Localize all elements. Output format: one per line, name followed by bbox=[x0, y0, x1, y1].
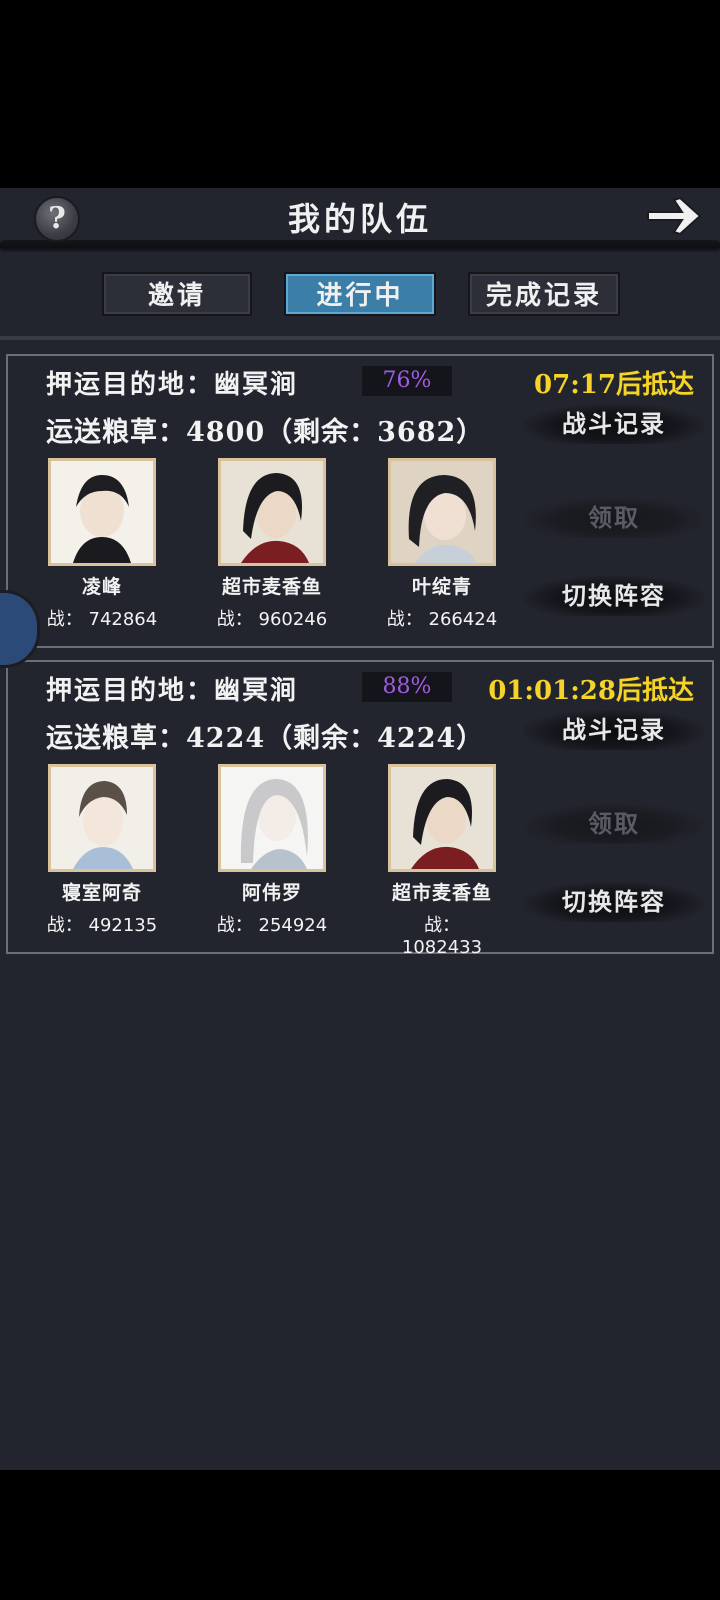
claim-button[interactable]: 领取 bbox=[524, 498, 704, 538]
escort-team-card: 押运目的地：幽冥涧 76% 07:17后抵达 运送粮草：4800（剩余：3682… bbox=[6, 354, 714, 648]
hero-power: 战： 1082433 bbox=[401, 915, 483, 958]
tab-invite[interactable]: 邀请 bbox=[102, 272, 252, 316]
battle-record-button[interactable]: 战斗记录 bbox=[524, 404, 704, 444]
hero-power: 战： 266424 bbox=[386, 609, 498, 630]
cargo-label: 运送粮草：4800（剩余：3682） bbox=[46, 417, 485, 448]
hero-portrait bbox=[218, 458, 326, 566]
arrival-countdown: 01:01:28后抵达 bbox=[488, 676, 694, 706]
hero-power: 战： 254924 bbox=[216, 915, 328, 936]
ink-brush-divider bbox=[0, 240, 720, 252]
hero-name: 阿伟罗 bbox=[241, 882, 302, 904]
tab-in-progress[interactable]: 进行中 bbox=[284, 272, 436, 316]
destination-label: 押运目的地：幽冥涧 bbox=[46, 370, 299, 400]
escort-team-card: 押运目的地：幽冥涧 88% 01:01:28后抵达 运送粮草：4224（剩余：4… bbox=[6, 660, 714, 958]
page-title: 我的队伍 bbox=[287, 200, 432, 238]
arrival-countdown: 07:17后抵达 bbox=[534, 370, 694, 400]
hero-power: 战： 492135 bbox=[46, 915, 158, 936]
section-divider bbox=[0, 336, 720, 340]
tab-bar: 邀请 进行中 完成记录 bbox=[0, 272, 720, 318]
hero-portrait bbox=[218, 764, 326, 872]
hero-power: 战： 960246 bbox=[216, 609, 328, 630]
hero-slot[interactable]: 凌峰 战： 742864 bbox=[42, 458, 162, 631]
hero-portrait bbox=[388, 458, 496, 566]
hero-name: 超市麦香鱼 bbox=[391, 882, 492, 904]
hero-power: 战： 742864 bbox=[46, 609, 158, 630]
hero-slot[interactable]: 叶绽青 战： 266424 bbox=[382, 458, 502, 631]
hero-portrait bbox=[388, 764, 496, 872]
hero-name: 叶绽青 bbox=[411, 576, 472, 598]
battle-record-button[interactable]: 战斗记录 bbox=[524, 710, 704, 750]
hero-name: 凌峰 bbox=[81, 576, 122, 598]
tab-completed-records[interactable]: 完成记录 bbox=[468, 272, 620, 316]
hero-name: 寝室阿奇 bbox=[61, 882, 142, 904]
switch-lineup-button[interactable]: 切换阵容 bbox=[524, 576, 704, 616]
hero-slot[interactable]: 超市麦香鱼 战： 960246 bbox=[212, 458, 332, 631]
hero-slot[interactable]: 阿伟罗 战： 254924 bbox=[212, 764, 332, 937]
title-bar: ? 我的队伍 bbox=[0, 188, 720, 258]
hero-portrait bbox=[48, 458, 156, 566]
cargo-label: 运送粮草：4224（剩余：4224） bbox=[46, 723, 485, 754]
progress-percent: 88% bbox=[362, 672, 452, 702]
hero-name: 超市麦香鱼 bbox=[221, 576, 322, 598]
switch-lineup-button[interactable]: 切换阵容 bbox=[524, 882, 704, 922]
claim-button[interactable]: 领取 bbox=[524, 804, 704, 844]
arrow-right-icon[interactable] bbox=[644, 194, 706, 238]
destination-label: 押运目的地：幽冥涧 bbox=[46, 676, 299, 706]
progress-percent: 76% bbox=[362, 366, 452, 396]
team-screen: ? 我的队伍 邀请 进行中 完成记录 押运目的地：幽冥涧 76% 07:17后抵… bbox=[0, 188, 720, 1470]
hero-slot[interactable]: 超市麦香鱼 战： 1082433 bbox=[382, 764, 502, 958]
hero-portrait bbox=[48, 764, 156, 872]
hero-slot[interactable]: 寝室阿奇 战： 492135 bbox=[42, 764, 162, 937]
